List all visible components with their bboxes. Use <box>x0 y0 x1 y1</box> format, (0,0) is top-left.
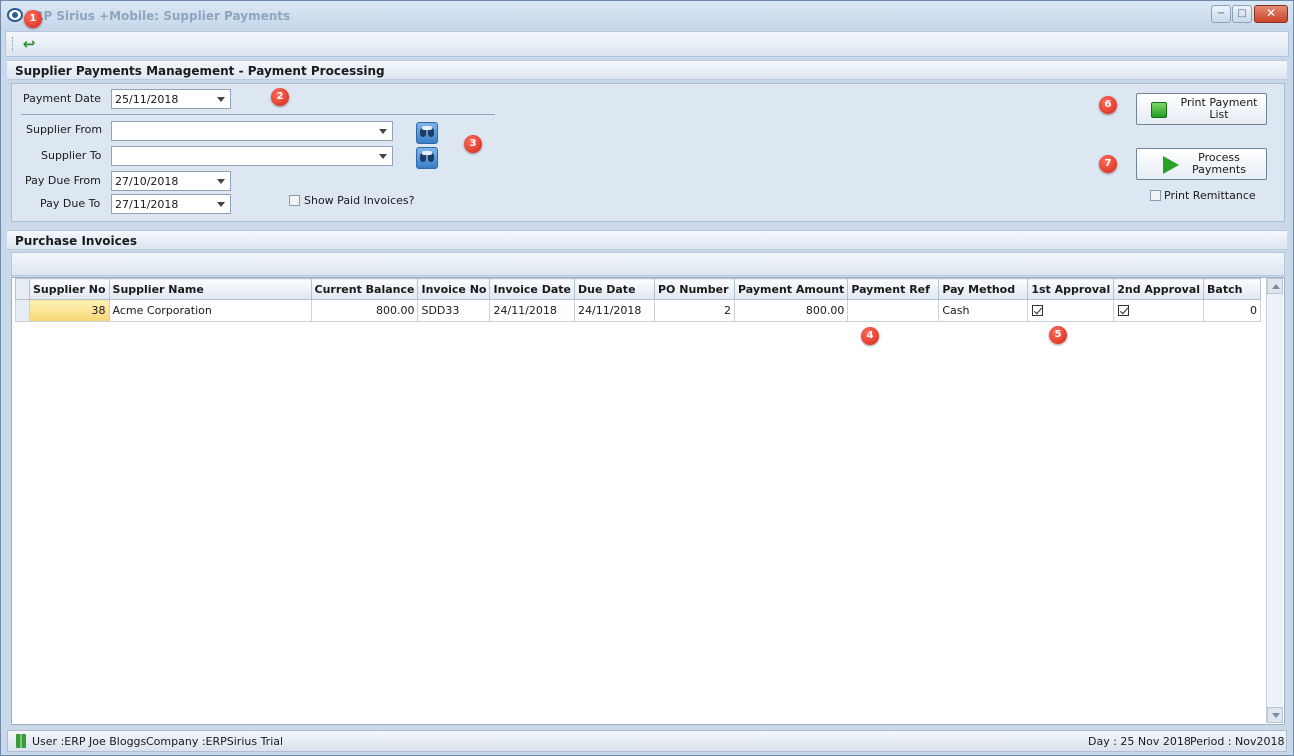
row-indicator[interactable] <box>15 299 30 322</box>
binoculars-icon[interactable] <box>416 147 438 169</box>
pay-due-to-value: 27/11/2018 <box>115 198 179 211</box>
divider <box>21 114 495 115</box>
column-header[interactable]: PO Number <box>654 278 735 300</box>
status-period: Period : Nov2018 <box>1190 735 1285 748</box>
minimize-button[interactable]: − <box>1211 5 1231 23</box>
chevron-down-icon[interactable] <box>217 202 225 207</box>
scroll-up-icon[interactable] <box>1267 278 1283 294</box>
supplier-name-cell[interactable]: Acme Corporation <box>108 299 312 322</box>
app-window: ERP Sirius +Mobile: Supplier Payments − … <box>0 0 1294 756</box>
title-bar[interactable]: ERP Sirius +Mobile: Supplier Payments − … <box>1 1 1293 30</box>
payment-date-label: Payment Date <box>23 92 101 105</box>
pay-due-to-picker[interactable]: 27/11/2018 <box>111 194 231 214</box>
pay-due-to-label: Pay Due To <box>40 197 101 210</box>
status-day: Day : 25 Nov 2018 <box>1088 735 1191 748</box>
callout-badge: 4 <box>861 327 879 345</box>
current-balance-cell[interactable]: 800.00 <box>310 299 419 322</box>
window-title: ERP Sirius +Mobile: Supplier Payments <box>26 9 291 23</box>
callout-badge: 6 <box>1099 96 1117 114</box>
pay-due-from-label: Pay Due From <box>25 174 101 187</box>
status-bar: User :ERP Joe Bloggs Company :ERPSirius … <box>7 730 1287 752</box>
maximize-button[interactable]: □ <box>1232 5 1252 23</box>
payment-ref-cell[interactable] <box>847 299 940 322</box>
column-header[interactable]: Invoice Date <box>489 278 575 300</box>
first-approval-cell[interactable] <box>1027 299 1115 322</box>
payment-date-value: 25/11/2018 <box>115 93 179 106</box>
callout-badge: 5 <box>1049 326 1067 344</box>
supplier-to-select[interactable] <box>111 146 393 166</box>
invoices-section-header: Purchase Invoices <box>7 230 1287 250</box>
management-section-header: Supplier Payments Management - Payment P… <box>7 60 1287 80</box>
supplier-from-select[interactable] <box>111 121 393 141</box>
callout-badge: 2 <box>271 88 289 106</box>
batch-cell[interactable]: 0 <box>1203 299 1262 322</box>
green-square-icon <box>1151 102 1167 118</box>
column-header[interactable]: Pay Method <box>938 278 1029 300</box>
column-header[interactable]: Supplier Name <box>108 278 312 300</box>
process-payments-label: Process Payments <box>1192 151 1246 176</box>
supplier-no-cell[interactable]: 38 <box>29 299 110 322</box>
vertical-scrollbar[interactable] <box>1266 278 1283 723</box>
row-indicator-header <box>15 278 30 300</box>
callout-badge: 3 <box>464 135 482 153</box>
column-header[interactable]: Current Balance <box>310 278 419 300</box>
show-paid-invoices-checkbox[interactable] <box>289 195 300 206</box>
column-header[interactable]: Payment Amount <box>733 278 849 300</box>
supplier-from-label: Supplier From <box>26 123 103 136</box>
payment-date-picker[interactable]: 25/11/2018 <box>111 89 231 109</box>
chevron-down-icon[interactable] <box>217 97 225 102</box>
column-header[interactable]: 1st Approval <box>1027 278 1115 300</box>
toolbar-grip <box>12 37 14 51</box>
chevron-down-icon[interactable] <box>379 154 387 159</box>
second-approval-checkbox[interactable] <box>1118 305 1130 316</box>
invoice-table: Supplier No Supplier Name Current Balanc… <box>15 278 1262 322</box>
show-paid-invoices-label: Show Paid Invoices? <box>304 194 415 207</box>
chevron-down-icon[interactable] <box>217 179 225 184</box>
column-header[interactable]: Batch <box>1203 278 1262 300</box>
pay-due-from-value: 27/10/2018 <box>115 175 179 188</box>
second-approval-cell[interactable] <box>1113 299 1205 322</box>
scroll-down-icon[interactable] <box>1267 707 1283 723</box>
column-header[interactable]: Invoice No <box>417 278 491 300</box>
binoculars-icon[interactable] <box>416 122 438 144</box>
status-company: Company :ERPSirius Trial <box>146 735 284 748</box>
process-payments-button[interactable]: Process Payments <box>1136 148 1267 180</box>
column-header[interactable]: Supplier No <box>29 278 110 300</box>
callout-badge: 1 <box>24 10 42 28</box>
column-header[interactable]: Due Date <box>574 278 655 300</box>
due-date-cell[interactable]: 24/11/2018 <box>574 299 655 322</box>
pay-method-cell[interactable]: Cash <box>938 299 1029 322</box>
po-number-cell[interactable]: 2 <box>654 299 735 322</box>
table-row[interactable]: 38 Acme Corporation 800.00 SDD33 24/11/2… <box>15 299 1262 322</box>
grid-group-panel <box>11 252 1285 276</box>
column-header[interactable]: Payment Ref <box>847 278 940 300</box>
supplier-to-label: Supplier To <box>41 149 102 162</box>
pay-due-from-picker[interactable]: 27/10/2018 <box>111 171 231 191</box>
table-header-row: Supplier No Supplier Name Current Balanc… <box>15 278 1262 300</box>
toolbar: ↩ <box>5 31 1289 57</box>
column-header[interactable]: 2nd Approval <box>1113 278 1205 300</box>
print-remittance-label: Print Remittance <box>1164 189 1256 202</box>
close-button[interactable]: ✕ <box>1254 5 1288 23</box>
purchase-invoices-grid[interactable]: Supplier No Supplier Name Current Balanc… <box>11 277 1285 725</box>
callout-badge: 7 <box>1099 155 1117 173</box>
first-approval-checkbox[interactable] <box>1032 305 1044 316</box>
print-payment-list-button[interactable]: Print Payment List <box>1136 93 1267 125</box>
invoice-no-cell[interactable]: SDD33 <box>417 299 491 322</box>
undo-arrow-icon[interactable]: ↩ <box>20 35 38 53</box>
chevron-down-icon[interactable] <box>379 129 387 134</box>
status-user: User :ERP Joe Bloggs <box>32 735 147 748</box>
app-eye-icon[interactable] <box>7 8 23 22</box>
invoice-date-cell[interactable]: 24/11/2018 <box>489 299 575 322</box>
print-payment-list-label: Print Payment List <box>1180 96 1258 121</box>
print-remittance-checkbox[interactable] <box>1150 190 1161 201</box>
status-book-icon <box>16 734 26 748</box>
payment-amount-cell[interactable]: 800.00 <box>733 299 849 322</box>
